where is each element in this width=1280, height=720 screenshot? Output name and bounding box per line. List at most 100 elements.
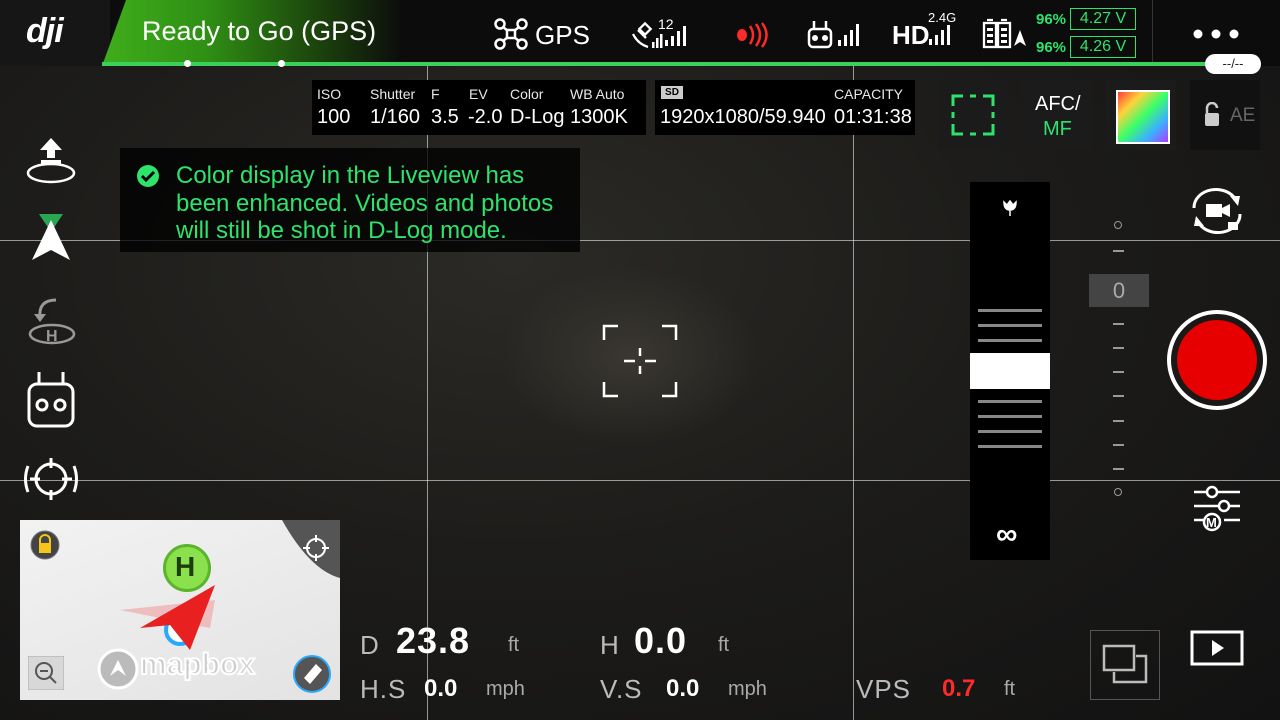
timer-pill[interactable]: --/--	[1205, 54, 1261, 74]
capacity-label: CAPACITY	[834, 86, 903, 102]
color-profile-button[interactable]	[1106, 80, 1176, 150]
home-point-label: H	[175, 551, 196, 582]
camera-settings-sliders-icon[interactable]: M	[1192, 484, 1242, 534]
capacity-value: 01:31:38	[834, 106, 912, 128]
distance-label: D	[360, 630, 380, 660]
focus-scale-line	[978, 400, 1042, 403]
playback-icon[interactable]	[1190, 630, 1244, 666]
vps-unit: ft	[1004, 678, 1016, 700]
obstacle-sensing-icon[interactable]	[736, 22, 776, 48]
map-clear-icon[interactable]	[292, 654, 332, 694]
ae-label: AE	[1230, 105, 1256, 126]
takeoff-icon[interactable]	[24, 136, 78, 186]
switch-view-icon	[1102, 644, 1148, 684]
exposure-tick	[1113, 468, 1124, 470]
focus-frame-icon	[951, 94, 995, 136]
gps-label: GPS	[535, 20, 590, 50]
focus-scale-line	[978, 415, 1042, 418]
focus-slider-thumb[interactable]	[970, 353, 1050, 389]
progress-dot	[184, 60, 191, 67]
ae-lock-button[interactable]: AE	[1190, 80, 1260, 150]
intelligent-flight-icon[interactable]	[28, 212, 74, 264]
resolution-value: 1920x1080/59.940	[660, 106, 826, 128]
distance-unit: ft	[508, 634, 520, 656]
exposure-tick	[1113, 395, 1124, 397]
macro-flower-icon	[1003, 199, 1017, 216]
wb-label: WB Auto	[570, 86, 625, 102]
battery-percent: 96%	[1036, 11, 1067, 28]
svg-text:H: H	[46, 328, 58, 345]
aperture-label: F	[431, 86, 440, 102]
vps-value: 0.7	[942, 675, 976, 702]
focus-area-button[interactable]	[938, 80, 1008, 150]
height-value: 0.0	[634, 620, 688, 661]
battery-percent: 96%	[1036, 39, 1067, 56]
check-circle-icon	[137, 165, 159, 187]
focus-scale-line	[978, 430, 1042, 433]
switch-view-button[interactable]	[1090, 630, 1160, 700]
mapbox-logo-icon	[97, 648, 139, 690]
height-unit: ft	[718, 634, 730, 656]
height-label: H	[600, 630, 620, 660]
color-label: Color	[510, 86, 544, 102]
divider	[1152, 0, 1153, 62]
exposure-tick	[1113, 250, 1124, 252]
return-home-icon[interactable]: H	[26, 296, 78, 346]
drone-icon[interactable]	[494, 18, 528, 50]
horizontal-speed-label: H.S	[360, 674, 407, 704]
exposure-value[interactable]: 0	[1089, 274, 1149, 307]
focus-scale-line	[978, 339, 1042, 342]
svg-text:M: M	[1206, 515, 1217, 530]
focus-mode-button[interactable]: AFC/ MF	[1022, 80, 1092, 150]
iso-value: 100	[317, 106, 351, 128]
focus-scale-line	[978, 324, 1042, 327]
battery-voltage: 4.27 V	[1070, 8, 1136, 30]
focus-scale-line	[978, 445, 1042, 448]
infinity-label: ∞	[996, 518, 1018, 551]
shutter-value: 1/160	[370, 106, 421, 128]
more-menu-icon[interactable]	[1192, 28, 1242, 40]
battery-voltage: 4.26 V	[1070, 36, 1136, 58]
vertical-speed-unit: mph	[728, 678, 767, 700]
focus-target-icon[interactable]	[22, 456, 80, 502]
iso-label: ISO	[317, 86, 342, 102]
sd-card-icon: SD	[661, 86, 683, 99]
flight-status-text: Ready to Go (GPS)	[142, 16, 377, 46]
remote-controller-icon[interactable]	[26, 370, 76, 430]
vertical-speed-label: V.S	[600, 674, 643, 704]
hd-band: 2.4G	[928, 10, 957, 25]
distance-value: 23.8	[396, 620, 471, 661]
color-value: D-Log	[510, 106, 565, 128]
exposure-scale-end	[1114, 221, 1122, 229]
focus-mode-line1: AFC/	[1035, 93, 1081, 115]
mapbox-wordmark: mapbox	[139, 647, 256, 682]
shutter-label: Shutter	[370, 86, 416, 102]
mini-map[interactable]: H mapbox	[20, 520, 340, 700]
map-locate-icon[interactable]	[282, 520, 340, 578]
progress-dot	[278, 60, 285, 67]
zoom-out-icon[interactable]	[28, 656, 64, 690]
vertical-speed-value: 0.0	[666, 675, 700, 702]
aperture-value: 3.5	[431, 106, 459, 128]
hd-signal-icon[interactable]	[928, 24, 956, 46]
focus-mode-line2: MF	[1043, 118, 1072, 140]
unlock-icon	[1205, 102, 1219, 126]
remote-controller-signal-icon[interactable]	[806, 18, 864, 50]
switch-camera-mode-icon[interactable]	[1186, 186, 1248, 236]
status-progress-line	[102, 62, 1207, 66]
logo-area[interactable]: dji	[0, 0, 110, 66]
horizontal-speed-value: 0.0	[424, 675, 458, 702]
focus-scale-line	[978, 309, 1042, 312]
exposure-scale-end	[1114, 488, 1122, 496]
exposure-tick	[1113, 420, 1124, 422]
ev-label: EV	[469, 86, 488, 102]
record-button-core[interactable]	[1177, 320, 1257, 400]
dji-logo: dji	[26, 12, 64, 50]
battery-icon[interactable]	[982, 18, 1028, 50]
horizontal-speed-unit: mph	[486, 678, 525, 700]
exposure-tick	[1113, 371, 1124, 373]
vps-label: VPS	[856, 674, 912, 704]
notice-message: Color display in the Liveview has been e…	[176, 162, 554, 244]
center-reticle-icon	[602, 324, 678, 398]
map-lock-icon[interactable]	[30, 528, 60, 564]
